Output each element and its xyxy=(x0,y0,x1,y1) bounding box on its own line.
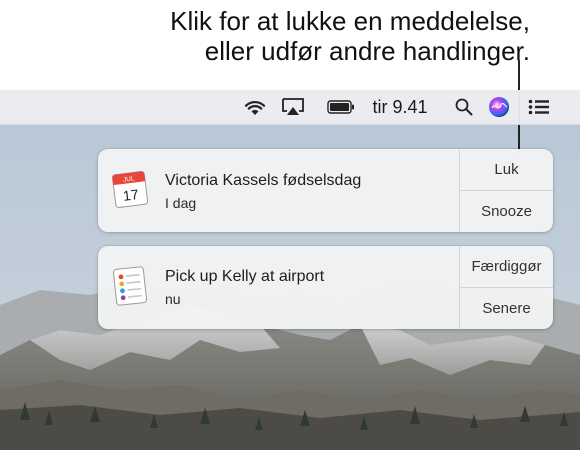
menu-bar: tir 9.41 xyxy=(0,90,580,125)
notification-actions: Luk Snooze xyxy=(459,149,553,232)
menubar-clock[interactable]: tir 9.41 xyxy=(368,90,432,124)
notification-center-icon[interactable] xyxy=(524,90,554,124)
callout-text: Klik for at lukke en meddelelse, eller u… xyxy=(60,6,530,66)
battery-icon[interactable] xyxy=(325,90,357,124)
notification-body[interactable]: JUL 17 Victoria Kassels fødselsdag I dag xyxy=(98,149,459,232)
notification-reminders[interactable]: Pick up Kelly at airport nu Færdiggør Se… xyxy=(98,246,553,329)
snooze-button[interactable]: Snooze xyxy=(460,190,553,232)
notification-actions: Færdiggør Senere xyxy=(459,246,553,329)
notification-body[interactable]: Pick up Kelly at airport nu xyxy=(98,246,459,329)
reminders-app-icon xyxy=(112,265,148,312)
calendar-app-icon: JUL 17 xyxy=(112,169,149,214)
notification-calendar[interactable]: JUL 17 Victoria Kassels fødselsdag I dag… xyxy=(98,149,553,232)
later-button[interactable]: Senere xyxy=(460,287,553,329)
siri-icon[interactable] xyxy=(486,90,512,124)
notification-subtitle: I dag xyxy=(165,195,197,211)
notification-title: Victoria Kassels fødselsdag xyxy=(165,172,362,189)
complete-button[interactable]: Færdiggør xyxy=(460,246,553,287)
callout-line-1: Klik for at lukke en meddelelse, xyxy=(170,6,530,36)
close-button[interactable]: Luk xyxy=(460,149,553,190)
callout-line-2: eller udfør andre handlinger. xyxy=(204,36,530,66)
calendar-icon-month: JUL xyxy=(123,175,136,183)
calendar-icon-day: 17 xyxy=(122,186,140,204)
spotlight-search-icon[interactable] xyxy=(452,90,476,124)
notification-title: Pick up Kelly at airport xyxy=(165,268,325,285)
airplay-icon[interactable] xyxy=(278,90,308,124)
wifi-icon[interactable] xyxy=(240,90,270,124)
notification-subtitle: nu xyxy=(165,291,181,307)
